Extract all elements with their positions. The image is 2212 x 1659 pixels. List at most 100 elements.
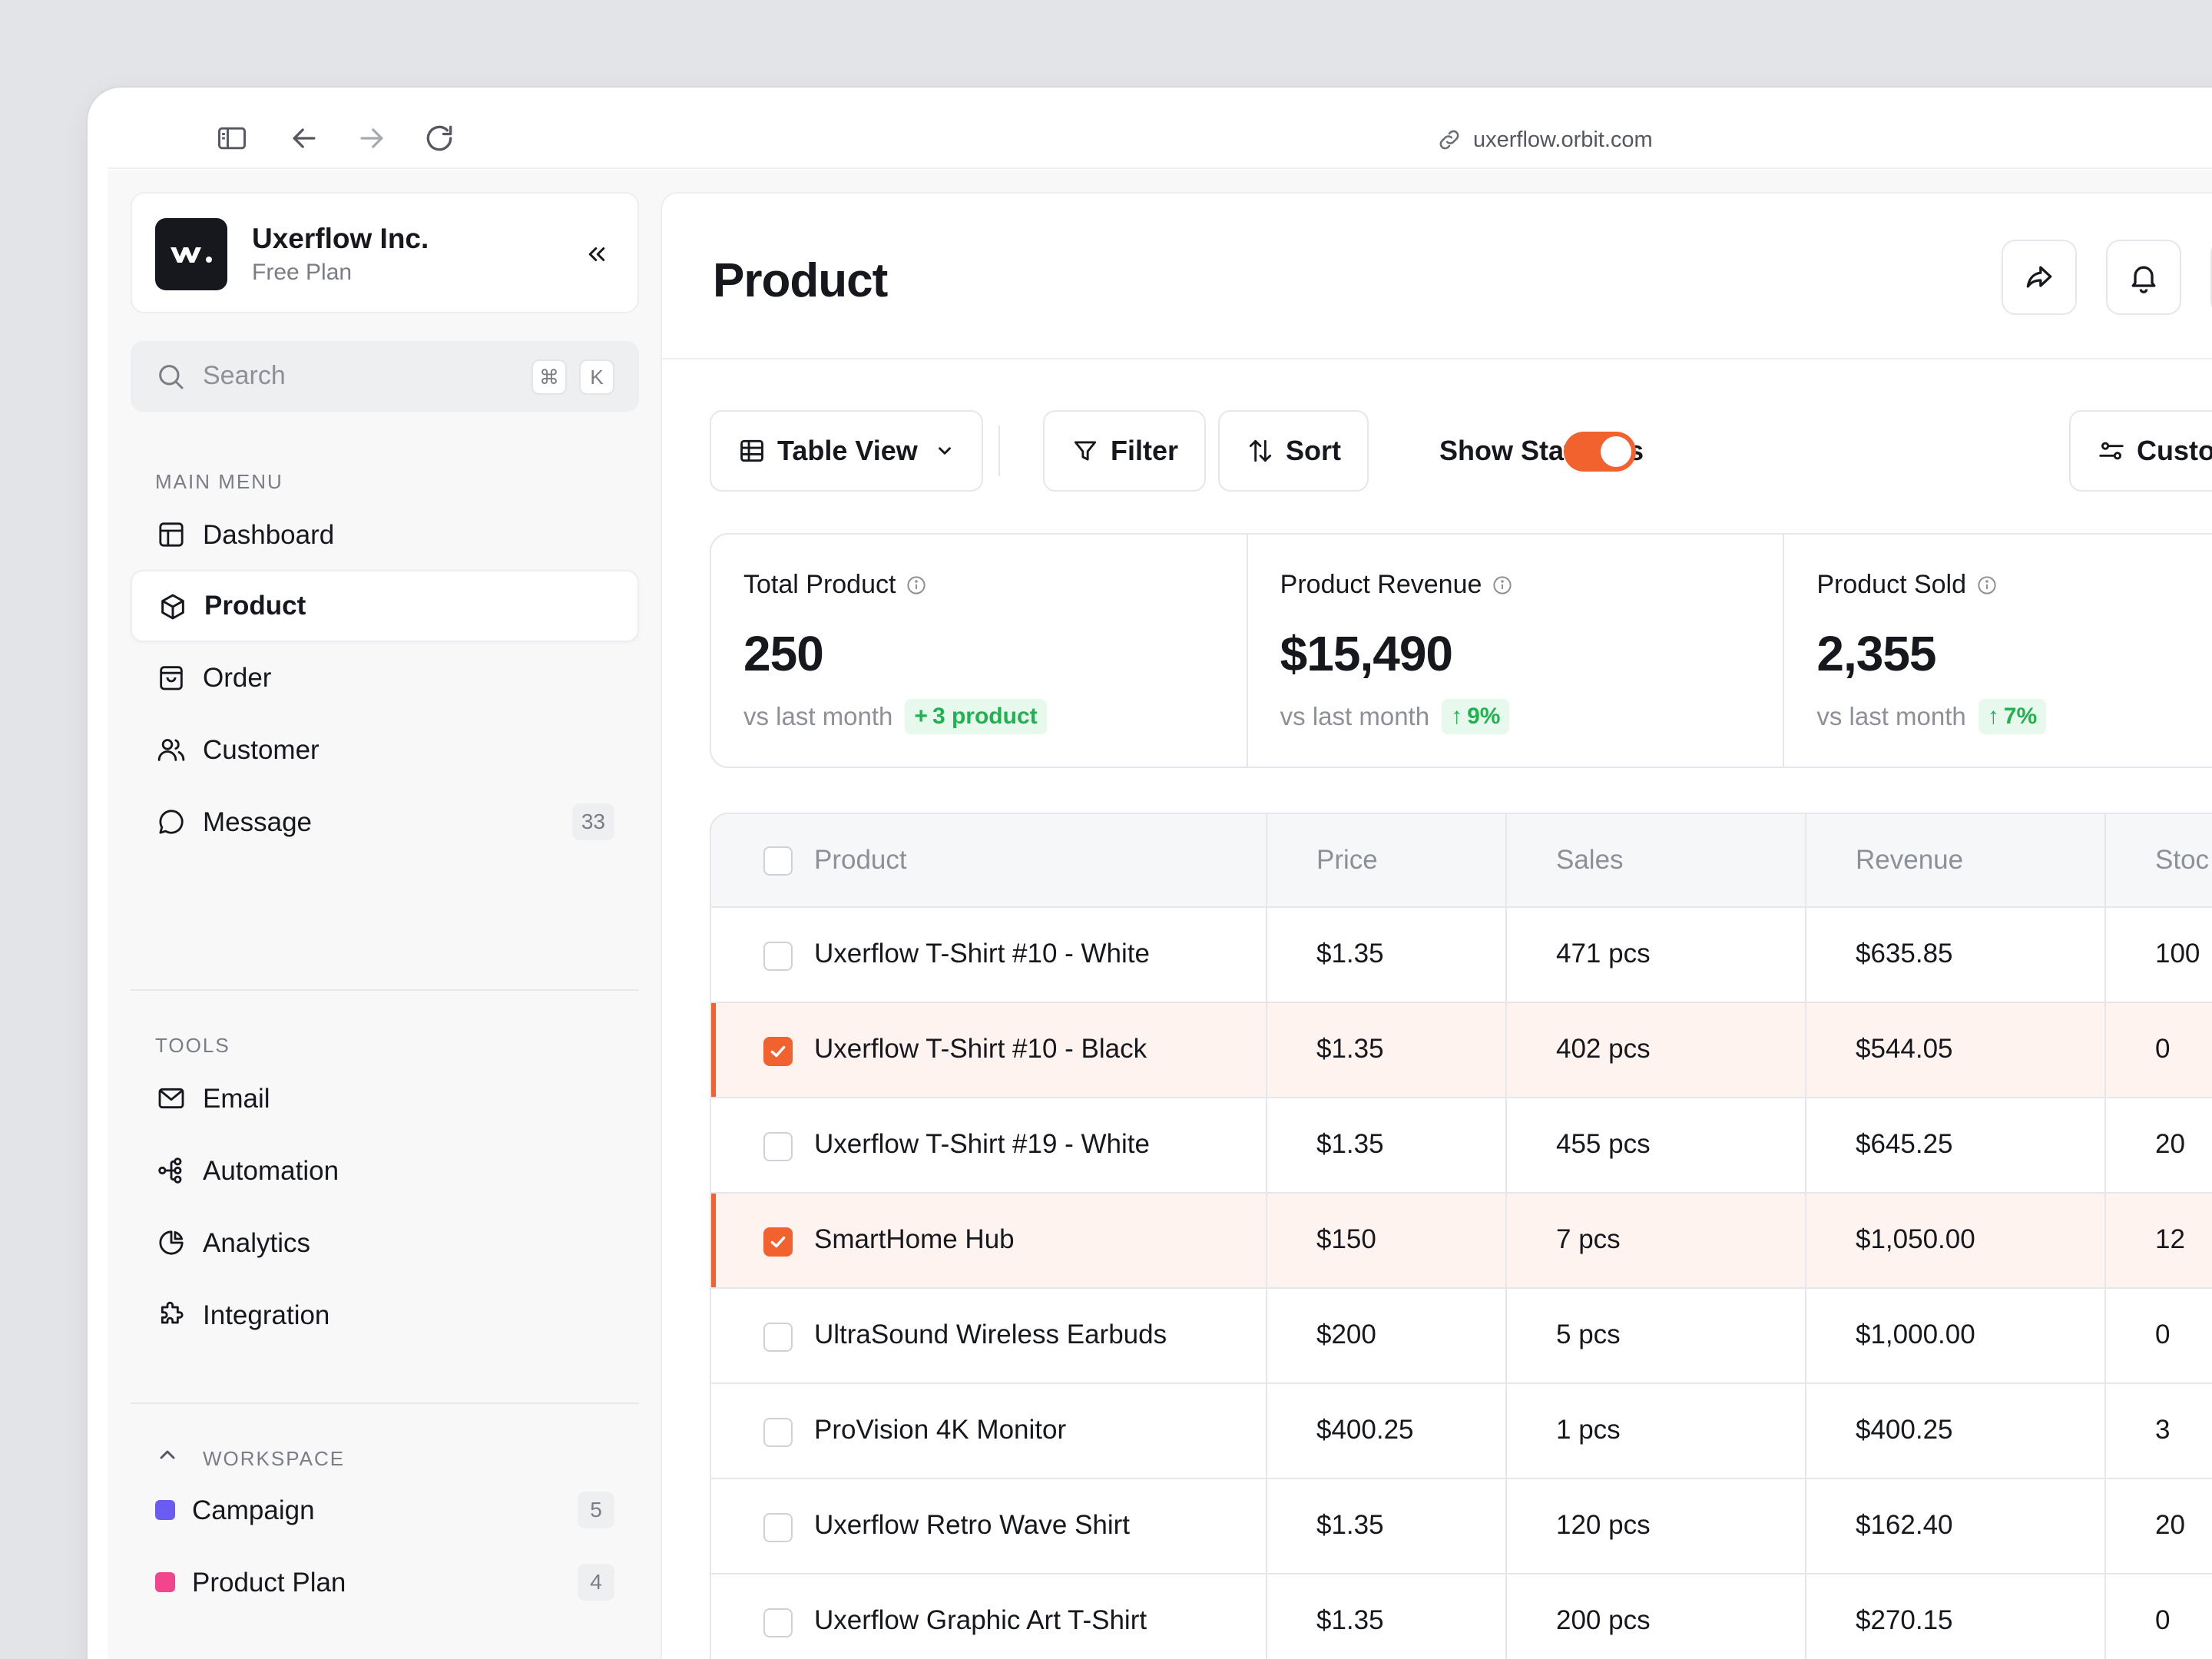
product-table: Product Price Sales Revenue Stoc Uxerflo… [710, 813, 2212, 1659]
table-row[interactable]: Uxerflow T-Shirt #10 - White $1.35 471 pcs… [711, 908, 2212, 1003]
filter-button[interactable]: Filter [1043, 410, 1206, 492]
search-input[interactable]: Search ⌘ K [131, 341, 639, 412]
row-checkbox[interactable] [763, 1132, 793, 1161]
info-icon[interactable] [1491, 574, 1514, 597]
address-bar[interactable]: uxerflow.orbit.com [1436, 124, 1653, 155]
cell-product: Uxerflow Graphic Art T-Shirt [814, 1605, 1147, 1635]
cell-stock: 0 [2155, 1034, 2171, 1064]
sidebar-item-campaign[interactable]: Campaign 5 [131, 1475, 639, 1547]
column-header-stock[interactable]: Stoc [2155, 845, 2209, 876]
shortcut-k-key: K [579, 359, 614, 395]
cell-product: SmartHome Hub [814, 1224, 1015, 1254]
workspace-collapse-icon[interactable] [155, 1442, 180, 1467]
sidebar-item-label: Product Plan [192, 1568, 346, 1598]
cell-price: $400.25 [1316, 1415, 1414, 1445]
table-row[interactable]: UltraSound Wireless Earbuds $200 5 pcs $1,0… [711, 1289, 2212, 1384]
flow-icon [154, 1153, 189, 1188]
app-shell: Uxerflow Inc. Free Plan Search ⌘ K MAIN … [108, 171, 2212, 1659]
table-row[interactable]: Uxerflow Retro Wave Shirt $1.35 120 pcs $16… [711, 1479, 2212, 1575]
toolbar-divider [998, 426, 1000, 476]
users-icon [154, 732, 189, 767]
browser-window: uxerflow.orbit.com Uxerflow Inc. Free Pl… [88, 88, 2212, 1659]
link-icon [1436, 127, 1462, 153]
sidebar-item-email[interactable]: Email [131, 1063, 639, 1135]
collapse-sidebar-icon[interactable] [578, 235, 616, 273]
cell-sales: 1 pcs [1556, 1415, 1621, 1445]
cell-sales: 120 pcs [1556, 1510, 1651, 1540]
customize-button[interactable]: Custor [2069, 410, 2212, 492]
table-icon [737, 436, 767, 465]
message-count-badge: 33 [571, 803, 614, 840]
cell-stock: 0 [2155, 1320, 2171, 1349]
stat-card-product-revenue: Product Revenue $15,490 vs last month ↑ … [1248, 535, 1785, 767]
row-checkbox[interactable] [763, 1227, 793, 1257]
sidebar-item-automation[interactable]: Automation [131, 1135, 639, 1207]
column-header-price[interactable]: Price [1316, 845, 1378, 876]
select-all-checkbox[interactable] [763, 846, 793, 876]
cell-sales: 200 pcs [1556, 1605, 1651, 1635]
table-row[interactable]: Uxerflow Graphic Art T-Shirt $1.35 200 pcs… [711, 1575, 2212, 1659]
campaign-color-dot [155, 1500, 175, 1520]
stat-card-total-product: Total Product 250 vs last month + 3 prod… [711, 535, 1248, 767]
sidebar-item-integration[interactable]: Integration [131, 1280, 639, 1352]
cell-sales: 402 pcs [1556, 1034, 1651, 1064]
stat-delta-value: 3 product [932, 704, 1038, 729]
cell-stock: 20 [2155, 1510, 2185, 1540]
product-plan-color-dot [155, 1572, 175, 1592]
browser-toolbar: uxerflow.orbit.com [108, 108, 2212, 169]
sidebar-item-label: Dashboard [203, 520, 335, 550]
stat-delta-value: 7% [2003, 704, 2038, 729]
row-checkbox[interactable] [763, 1608, 793, 1637]
stat-delta-sign: ↑ [1451, 704, 1463, 729]
sidebar-item-analytics[interactable]: Analytics [131, 1207, 639, 1280]
stat-compare-label: vs last month [743, 702, 893, 730]
row-checkbox[interactable] [763, 1418, 793, 1447]
row-checkbox[interactable] [763, 1513, 793, 1542]
sidebar-item-order[interactable]: Order [131, 642, 639, 714]
sidebar-item-customer[interactable]: Customer [131, 714, 639, 786]
sidebar-divider [131, 989, 639, 991]
sidebar-item-message[interactable]: Message 33 [131, 786, 639, 859]
sidebar: Uxerflow Inc. Free Plan Search ⌘ K MAIN … [108, 171, 661, 1659]
share-button[interactable] [2002, 240, 2077, 315]
reload-icon[interactable] [422, 121, 456, 155]
cell-price: $1.35 [1316, 1034, 1384, 1064]
sidebar-divider [131, 1402, 639, 1404]
table-row[interactable]: ProVision 4K Monitor $400.25 1 pcs $400.25 3 [711, 1384, 2212, 1479]
cell-price: $150 [1316, 1224, 1376, 1254]
company-switcher[interactable]: Uxerflow Inc. Free Plan [131, 192, 639, 313]
row-checkbox[interactable] [763, 942, 793, 971]
chat-icon [154, 804, 189, 839]
sidebar-toggle-icon[interactable] [215, 121, 249, 155]
sliders-icon [2097, 436, 2126, 465]
stat-card-product-sold: Product Sold 2,355 vs last month ↑ 7% [1784, 535, 2212, 767]
search-icon [155, 361, 186, 392]
notifications-button[interactable] [2106, 240, 2181, 315]
sort-button[interactable]: Sort [1218, 410, 1369, 492]
sidebar-item-product[interactable]: Product [131, 570, 639, 642]
chevron-down-icon [935, 441, 955, 461]
column-divider [1266, 814, 1267, 1659]
column-header-sales[interactable]: Sales [1556, 845, 1624, 876]
table-row[interactable]: Uxerflow T-Shirt #19 - White $1.35 455 pcs… [711, 1098, 2212, 1194]
table-row[interactable]: Uxerflow T-Shirt #10 - Black $1.35 402 pcs… [711, 1003, 2212, 1098]
sidebar-item-product-plan[interactable]: Product Plan 4 [131, 1547, 639, 1619]
customize-label: Custor [2137, 435, 2212, 466]
mail-icon [154, 1081, 189, 1116]
column-header-product[interactable]: Product [814, 845, 907, 876]
filter-icon [1071, 436, 1100, 465]
statistics-panel: Total Product 250 vs last month + 3 prod… [710, 533, 2212, 768]
show-statistics-toggle[interactable] [1564, 432, 1636, 472]
sidebar-item-dashboard[interactable]: Dashboard [131, 499, 639, 571]
info-icon[interactable] [905, 574, 928, 597]
cell-product: Uxerflow T-Shirt #19 - White [814, 1129, 1150, 1159]
row-checkbox[interactable] [763, 1323, 793, 1352]
back-arrow-icon[interactable] [287, 121, 321, 155]
row-checkbox[interactable] [763, 1037, 793, 1066]
column-header-revenue[interactable]: Revenue [1856, 845, 1963, 876]
table-row[interactable]: SmartHome Hub $150 7 pcs $1,050.00 12 [711, 1194, 2212, 1289]
forward-arrow-icon[interactable] [355, 121, 389, 155]
info-icon[interactable] [1975, 574, 1998, 597]
cell-stock: 0 [2155, 1605, 2171, 1635]
view-selector-dropdown[interactable]: Table View [710, 410, 983, 492]
